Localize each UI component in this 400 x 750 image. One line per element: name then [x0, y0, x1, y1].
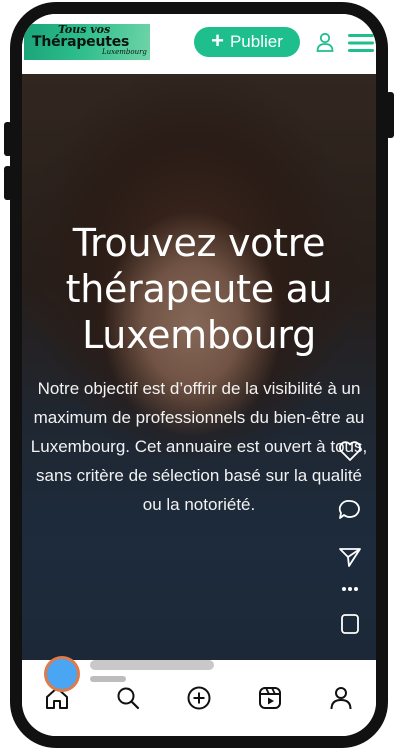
hero-section: Trouvez votre thérapeute au Luxembourg N… [22, 74, 376, 692]
user-icon[interactable] [316, 32, 334, 52]
send-icon[interactable] [338, 546, 362, 568]
comment-icon[interactable] [338, 498, 362, 520]
plus-icon: + [211, 28, 224, 53]
hero-description: Notre objectif est d’offrir de la visibi… [30, 379, 368, 514]
reels-icon [258, 687, 281, 709]
heart-icon[interactable] [338, 440, 362, 462]
avatar[interactable] [44, 656, 80, 692]
author-meta-placeholder [90, 676, 126, 682]
search-icon [117, 687, 140, 710]
publish-label: Publier [229, 32, 283, 51]
profile-icon [330, 687, 352, 710]
nav-add[interactable] [179, 678, 219, 718]
author-name-placeholder [90, 660, 214, 670]
logo-subtitle: Luxembourg [102, 48, 147, 56]
add-icon [187, 686, 211, 710]
app-header: Tous vos Thérapeutes Luxembourg + Publie… [22, 14, 376, 74]
more-icon[interactable] [338, 584, 362, 594]
menu-icon[interactable] [348, 33, 374, 53]
publish-button[interactable]: + Publier [194, 27, 300, 57]
nav-profile[interactable] [321, 678, 361, 718]
hero-title: Trouvez votre thérapeute au Luxembourg [65, 221, 333, 357]
nav-search[interactable] [108, 678, 148, 718]
site-logo[interactable]: Tous vos Thérapeutes Luxembourg [24, 23, 150, 60]
nav-reels[interactable] [250, 678, 290, 718]
bookmark-icon[interactable] [338, 612, 362, 636]
phone-screen: Tous vos Thérapeutes Luxembourg + Publie… [22, 14, 376, 736]
